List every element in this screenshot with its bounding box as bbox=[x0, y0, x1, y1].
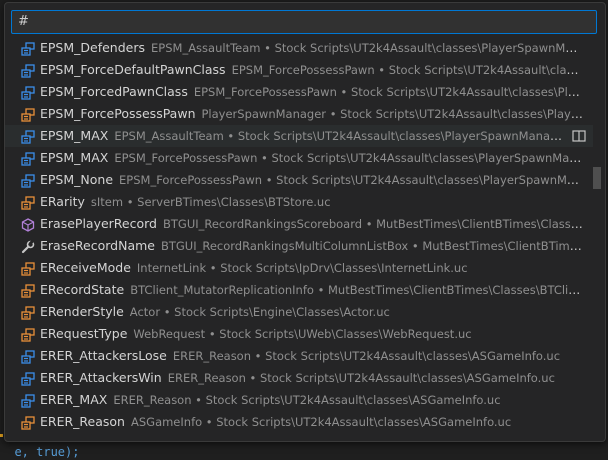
result-detail: EPSM_AssaultTeam • Stock Scripts\UT2k4As… bbox=[151, 41, 583, 55]
editor-gutter-marker bbox=[0, 434, 3, 437]
result-detail: EPSM_ForcePossessPawn • Stock Scripts\UT… bbox=[114, 151, 583, 165]
result-row[interactable]: EPSM_ForcedPawnClass EPSM_ForcePossessPaw… bbox=[5, 81, 593, 103]
result-row[interactable]: ERER_Reason ASGameInfo • Stock Scripts\UT… bbox=[5, 411, 593, 433]
result-row[interactable]: ERequestType WebRequest • Stock Scripts\U… bbox=[5, 323, 593, 345]
result-row[interactable]: EReceiveMode InternetLink • Stock Scripts… bbox=[5, 257, 593, 279]
result-label: ErasePlayerRecord bbox=[40, 216, 157, 231]
enum-member-icon bbox=[21, 305, 35, 320]
result-row[interactable]: EraseRecordName BTGUI_RecordRankingsMulti… bbox=[5, 235, 593, 257]
result-row[interactable]: EPSM_Defenders EPSM_AssaultTeam • Stock S… bbox=[5, 37, 593, 59]
result-label: EReceiveMode bbox=[40, 260, 131, 275]
result-label: EPSM_Defenders bbox=[40, 40, 146, 55]
result-label: EPSM_MAX bbox=[40, 128, 109, 143]
result-label: ERER_AttackersLose bbox=[40, 348, 167, 363]
open-to-side-button[interactable] bbox=[571, 128, 587, 144]
result-detail: WebRequest • Stock Scripts\UWeb\Classes\… bbox=[133, 327, 472, 341]
result-detail: ERER_Reason • Stock Scripts\UT2k4Assault… bbox=[167, 371, 555, 385]
result-detail: ASGameInfo • Stock Scripts\UT2k4Assault\… bbox=[130, 415, 512, 429]
enum-icon bbox=[21, 151, 35, 166]
result-detail: InternetLink • Stock Scripts\IpDrv\Class… bbox=[136, 261, 468, 275]
enum-member-icon bbox=[21, 283, 35, 298]
result-text: EPSM_MAX EPSM_ForcePossessPawn • Stock Sc… bbox=[40, 147, 583, 169]
enum-icon bbox=[21, 85, 35, 100]
result-label: ERER_AttackersWin bbox=[40, 370, 162, 385]
quick-pick-widget: # EPSM_Defenders EPSM_AssaultTeam • Stock… bbox=[4, 2, 606, 442]
enum-icon bbox=[21, 63, 35, 78]
struct-icon bbox=[21, 217, 35, 232]
result-label: EraseRecordName bbox=[40, 238, 155, 253]
result-text: EPSM_ForcedPawnClass EPSM_ForcePossessPaw… bbox=[40, 81, 583, 103]
result-detail: BTClient_MutatorReplicationInfo • MutBes… bbox=[130, 283, 583, 297]
result-text: ErasePlayerRecord BTGUI_RecordRankingsSco… bbox=[40, 213, 583, 235]
result-text: ERER_MAX ERER_Reason • Stock Scripts\UT2k… bbox=[40, 389, 583, 411]
result-label: EPSM_ForcedPawnClass bbox=[40, 84, 188, 99]
result-text: ERequestType WebRequest • Stock Scripts\U… bbox=[40, 323, 583, 345]
result-text: EReceiveMode InternetLink • Stock Scripts… bbox=[40, 257, 583, 279]
result-detail: EPSM_ForcePossessPawn • Stock Scripts\UT… bbox=[193, 85, 583, 99]
result-row[interactable]: ERarity sItem • ServerBTimes\Classes\BTSt… bbox=[5, 191, 593, 213]
result-row[interactable]: ERER_MAX ERER_Reason • Stock Scripts\UT2k… bbox=[5, 389, 593, 411]
result-text: ERER_AttackersWin ERER_Reason • Stock Scr… bbox=[40, 367, 583, 389]
result-row[interactable]: ERenderStyle Actor • Stock Scripts\Engine… bbox=[5, 301, 593, 323]
enum-icon bbox=[21, 129, 35, 144]
result-row[interactable]: EPSM_MAX EPSM_ForcePossessPawn • Stock Sc… bbox=[5, 147, 593, 169]
enum-icon bbox=[21, 393, 35, 408]
enum-member-icon bbox=[21, 415, 35, 430]
result-label: ERequestType bbox=[40, 326, 128, 341]
result-detail: BTGUI_RecordRankingsMultiColumnListBox •… bbox=[160, 239, 583, 253]
result-label: EPSM_None bbox=[40, 172, 114, 187]
result-row[interactable]: EPSM_MAX EPSM_AssaultTeam • Stock Scripts… bbox=[5, 125, 593, 147]
result-detail: EPSM_ForcePossessPawn • Stock Scripts\UT… bbox=[231, 63, 583, 77]
result-detail: BTGUI_RecordRankingsScoreboard • MutBest… bbox=[163, 217, 583, 231]
result-text: EPSM_None EPSM_ForcePossessPawn • Stock S… bbox=[40, 169, 583, 191]
result-detail: ERER_Reason • Stock Scripts\UT2k4Assault… bbox=[172, 349, 561, 363]
enum-member-icon bbox=[21, 327, 35, 342]
result-text: ERecordState BTClient_MutatorReplicationI… bbox=[40, 279, 583, 301]
result-row[interactable]: EPSM_None EPSM_ForcePossessPawn • Stock S… bbox=[5, 169, 593, 191]
result-text: ERER_AttackersLose ERER_Reason • Stock Sc… bbox=[40, 345, 583, 367]
result-detail: EPSM_AssaultTeam • Stock Scripts\UT2k4As… bbox=[114, 129, 563, 143]
enum-icon bbox=[21, 173, 35, 188]
result-text: ERenderStyle Actor • Stock Scripts\Engine… bbox=[40, 301, 583, 323]
result-label: EPSM_MAX bbox=[40, 150, 109, 165]
result-text: EPSM_ForcePossessPawn PlayerSpawnManager … bbox=[40, 103, 583, 125]
enum-member-icon bbox=[21, 107, 35, 122]
result-label: ERecordState bbox=[40, 282, 125, 297]
result-detail: sItem • ServerBTimes\Classes\BTStore.uc bbox=[90, 195, 331, 209]
result-label: ERarity bbox=[40, 194, 85, 209]
result-text: ERER_Reason ASGameInfo • Stock Scripts\UT… bbox=[40, 411, 583, 433]
result-row[interactable]: ERER_AttackersWin ERER_Reason • Stock Scr… bbox=[5, 367, 593, 389]
wrench-icon bbox=[21, 239, 35, 254]
result-detail: EPSM_ForcePossessPawn • Stock Scripts\UT… bbox=[119, 173, 583, 187]
enum-member-icon bbox=[21, 261, 35, 276]
result-row[interactable]: EPSM_ForcePossessPawn PlayerSpawnManager … bbox=[5, 103, 593, 125]
enum-icon bbox=[21, 41, 35, 56]
enum-icon bbox=[21, 371, 35, 386]
result-label: EPSM_ForcePossessPawn bbox=[40, 106, 196, 121]
result-label: ERER_Reason bbox=[40, 414, 125, 429]
editor-code-text: e, true); bbox=[14, 445, 80, 459]
result-text: EraseRecordName BTGUI_RecordRankingsMulti… bbox=[40, 235, 583, 257]
result-text: EPSM_MAX EPSM_AssaultTeam • Stock Scripts… bbox=[40, 125, 563, 147]
result-detail: ERER_Reason • Stock Scripts\UT2k4Assault… bbox=[113, 393, 501, 407]
result-row[interactable]: EPSM_ForceDefaultPawnClass EPSM_ForcePoss… bbox=[5, 59, 593, 81]
result-detail: PlayerSpawnManager • Stock Scripts\UT2k4… bbox=[201, 107, 584, 121]
result-text: EPSM_Defenders EPSM_AssaultTeam • Stock S… bbox=[40, 37, 583, 59]
result-label: EPSM_ForceDefaultPawnClass bbox=[40, 62, 226, 77]
result-row[interactable]: ErasePlayerRecord BTGUI_RecordRankingsSco… bbox=[5, 213, 593, 235]
result-detail: Actor • Stock Scripts\Engine\Classes\Act… bbox=[129, 305, 390, 319]
result-row[interactable]: ERecordState BTClient_MutatorReplicationI… bbox=[5, 279, 593, 301]
symbol-search-input[interactable]: # bbox=[11, 10, 597, 34]
results-scrollbar[interactable] bbox=[593, 167, 601, 189]
enum-member-icon bbox=[21, 195, 35, 210]
result-row[interactable]: ERER_AttackersLose ERER_Reason • Stock Sc… bbox=[5, 345, 593, 367]
enum-icon bbox=[21, 349, 35, 364]
result-label: ERER_MAX bbox=[40, 392, 108, 407]
result-text: EPSM_ForceDefaultPawnClass EPSM_ForcePoss… bbox=[40, 59, 583, 81]
symbol-results-list: EPSM_Defenders EPSM_AssaultTeam • Stock S… bbox=[5, 37, 605, 433]
result-text: ERarity sItem • ServerBTimes\Classes\BTSt… bbox=[40, 191, 583, 213]
result-label: ERenderStyle bbox=[40, 304, 124, 319]
